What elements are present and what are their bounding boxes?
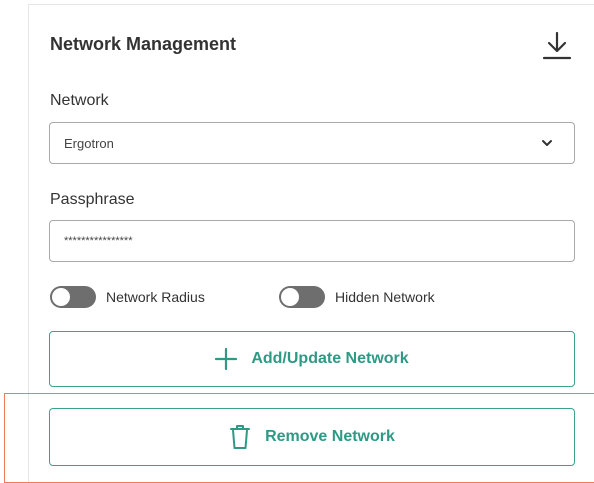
trash-icon	[230, 425, 251, 449]
hidden-network-toggle[interactable]	[279, 286, 325, 308]
passphrase-input[interactable]: ****************	[49, 220, 575, 262]
network-radius-toggle[interactable]	[50, 286, 96, 308]
panel-title: Network Management	[50, 34, 237, 54]
download-icon[interactable]	[540, 30, 574, 62]
hidden-network-toggle-row: Hidden Network	[279, 286, 435, 308]
hidden-network-label: Hidden Network	[335, 289, 435, 305]
toggle-knob	[52, 288, 70, 306]
passphrase-value: ****************	[64, 235, 133, 247]
chevron-down-icon	[542, 140, 552, 146]
remove-network-label: Remove Network	[265, 428, 395, 445]
plus-icon	[215, 347, 238, 371]
network-select[interactable]: Ergotron	[49, 122, 575, 164]
network-label: Network	[50, 92, 109, 109]
network-radius-toggle-row: Network Radius	[50, 286, 205, 308]
passphrase-label: Passphrase	[50, 191, 135, 208]
toggle-knob	[281, 288, 299, 306]
remove-network-button[interactable]: Remove Network	[49, 408, 575, 466]
add-update-network-button[interactable]: Add/Update Network	[49, 331, 575, 387]
network-select-value: Ergotron	[64, 135, 114, 151]
network-radius-label: Network Radius	[106, 289, 205, 305]
add-update-network-label: Add/Update Network	[251, 350, 409, 367]
